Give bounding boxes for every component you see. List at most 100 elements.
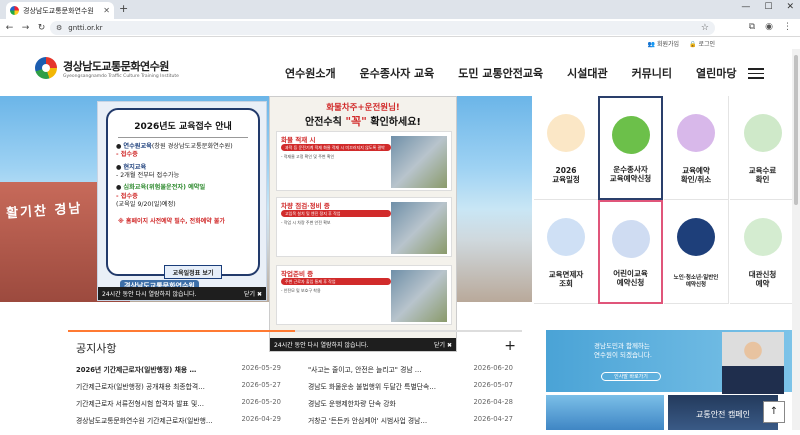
truck-image [391,136,447,188]
quick-label: 노인·청소년·일반인 예약신청 [673,274,719,288]
browser-tab-title: 경상남도교통문화연수원 [23,6,94,15]
site-header: 경상남도교통문화연수원 Gyeongsangnamdo Traffic Cult… [0,49,800,96]
popup-warning: ※ 홈페이지 사전예약 필수, 전화예약 불가 [118,217,225,225]
nav-item-open-forum[interactable]: 열린마당 [696,65,736,81]
logo-title: 경상남도교통문화연수원 [63,59,169,73]
notice-board: 공지사항 + 2026년 기간제근로자(일반행정) 채용 … 2026-05-29… [68,330,522,430]
greeting-button[interactable]: 인사말 바로가기 [601,372,661,381]
quick-label: 대관신청 예약 [748,269,777,289]
forward-icon[interactable]: → [19,23,32,33]
popup-item: ● 현지교육 - 2개월 전부터 접수가능 [116,163,180,180]
nav-item-facility-rental[interactable]: 시설대관 [567,65,607,81]
quick-label: 어린이교육 예약신청 [613,268,648,288]
more-plus-icon[interactable]: + [504,338,516,354]
safety-section: 화물 적재 시 과적 등 운전기계 적재 화물 적재 시 미끄러지지 않도록 결… [276,131,452,191]
pencil-icon [611,220,650,258]
quick-item-rental[interactable]: 대관신청 예약 [730,200,795,304]
list-item[interactable]: 경상남도교통문화연수원 기간제근로자(일반행… 2026-04-29 [76,415,281,425]
greeting-banner[interactable]: 경남도민과 함께하는 연수원이 되겠습니다. 인사말 바로가기 [546,330,792,394]
board-icon [743,218,782,256]
close-window-icon[interactable]: ✕ [786,2,794,12]
list-item[interactable]: 경남도 화물운송 불법행위 두달간 특별단속… 2026-05-07 [308,381,513,391]
new-tab-icon[interactable]: + [119,2,128,15]
popup-footer: 24시간 동안 다시 열람하지 않습니다. 닫기 ✖ [98,287,266,300]
section-bar: 과적 등 운전기계 적재 화물 적재 시 미끄러지지 않도록 결박 [281,144,391,151]
list-item[interactable]: 기간제근로자(일반행정) 공개채용 최종합격… 2026-05-27 [76,381,281,391]
site-logo[interactable]: 경상남도교통문화연수원 Gyeongsangnamdo Traffic Cult… [35,57,179,79]
safety-rules-popup: 화물차주+운전원님! 안전수칙 "꼭" 확인하세요! 화물 적재 시 과적 등 … [269,96,457,352]
section-bar: 주변 근로자 출입 통제 후 작업 [281,278,391,285]
profile-icon[interactable]: ◉ [765,22,773,32]
nav-item-about[interactable]: 연수원소개 [285,65,336,81]
popup-title: 화물차주+운전원님! [326,103,400,113]
quick-label: 교육수료 확인 [748,165,777,185]
scroll-top-button[interactable]: ↑ [763,401,785,423]
quick-item-reservation-check[interactable]: 교육예약 확인/취소 [664,96,729,200]
maximize-icon[interactable]: ☐ [764,2,772,12]
section-bar: 고임목 설치 및 엔진 정지 후 작업 [281,210,391,217]
back-icon[interactable]: ← [3,23,16,33]
section-head: 화물 적재 시 [281,136,316,144]
popup-subtitle: 안전수칙 "꼭" 확인하세요! [305,115,421,128]
browser-tab-strip: 경상남도교통문화연수원 ✕ + — ☐ ✕ [0,0,800,19]
list-item[interactable]: 거창군 '든든카 안심케어' 시범사업 경남… 2026-04-27 [308,415,513,425]
quick-item-driver-reservation[interactable]: 운수종사자 교육예약신청 [598,96,663,200]
utility-bar: 👥 회원가입 🔒 로그인 [0,37,800,49]
extensions-icon[interactable]: ⧉ [749,22,755,32]
reload-icon[interactable]: ↻ [35,23,48,33]
education-notice-popup: 2026년도 교육접수 안내 ● 연수원교육(창원 경상남도교통문화연수원) -… [97,101,267,301]
quick-label: 2026 교육일정 [552,165,580,185]
quick-item-completion[interactable]: 교육수료 확인 [730,96,795,200]
calendar-icon [547,114,585,152]
login-link[interactable]: 🔒 로그인 [689,39,715,48]
hide-24h-checkbox[interactable]: 24시간 동안 다시 열람하지 않습니다. [102,289,196,298]
governor-photo [722,332,784,394]
magnifier-icon [677,114,715,152]
bookmark-star-icon[interactable]: ☆ [701,23,709,33]
pencil-icon [611,116,650,154]
list-item[interactable]: 기간제근로자 서류전형시험 합격자 발표 및… 2026-05-20 [76,398,281,408]
schedule-view-button[interactable]: 교육일정표 보기 [164,265,222,279]
list-item[interactable]: 2026년 기간제근로자(일반행정) 채용 … 2026-05-29 [76,364,281,374]
page-scrollbar[interactable] [792,49,800,430]
quick-label: 교육예약 확인/취소 [680,165,712,185]
popup-title: 2026년도 교육접수 안내 [134,122,232,132]
quick-item-schedule[interactable]: 2026 교육일정 [534,96,599,200]
truck-image [391,202,447,254]
url-text: gntti.or.kr [68,24,103,32]
map-banner[interactable] [546,395,664,430]
url-input[interactable]: ⚙ gntti.or.kr ☆ [50,21,715,35]
quick-item-children-reservation[interactable]: 어린이교육 예약신청 [598,200,663,304]
quick-label: 교육면제자 조회 [548,269,584,289]
safety-section: 차량 점검·정비 중 고임목 설치 및 엔진 정지 후 작업 - 작업 시 차량… [276,197,452,257]
list-item[interactable]: 경남도 운행제한차량 단속 강화 2026-04-28 [308,398,513,408]
menu-dots-icon[interactable]: ⋮ [783,22,792,32]
join-link[interactable]: 👥 회원가입 [648,39,679,48]
popup-item: ● 연수원교육(창원 경상남도교통문화연수원) - 접수중 [116,143,233,159]
quick-menu: 2026 교육일정 운수종사자 교육예약신청 교육예약 확인/취소 교육수료 확… [534,96,800,306]
popup-close-button[interactable]: 닫기 ✖ [244,289,262,298]
section-text: - 작업 시 차량 주변 안전 확보 [281,220,331,225]
quick-item-exemption[interactable]: 교육면제자 조회 [534,200,599,304]
browser-tab[interactable]: 경상남도교통문화연수원 ✕ [6,2,114,19]
section-text: - 적재물 고정 확인 및 주변 확인 [281,154,335,159]
address-bar: ← → ↻ ⚙ gntti.or.kr ☆ ⧉ ◉ ⋮ [0,19,800,37]
minimize-icon[interactable]: — [741,2,750,12]
popup-item: ● 심화교육(위험물운전자) 예약일 - 접수중 (교육일 9/20(일)예정) [116,184,206,209]
logo-mark-icon [35,57,57,79]
nav-item-citizen-education[interactable]: 도민 교통안전교육 [458,65,543,81]
nav-item-driver-education[interactable]: 운수종사자 교육 [360,65,435,81]
list-item[interactable]: "사고는 줄이고, 안전은 늘리고" 경남 … 2026-06-20 [308,364,513,374]
site-info-icon[interactable]: ⚙ [56,24,62,32]
section-head: 차량 점검·정비 중 [281,202,330,210]
nav-item-community[interactable]: 커뮤니티 [632,65,672,81]
quick-label: 운수종사자 교육예약신청 [609,164,652,184]
close-tab-icon[interactable]: ✕ [103,6,110,15]
quick-item-general-reservation[interactable]: 노인·청소년·일반인 예약신청 [664,200,729,304]
menu-hamburger-icon[interactable] [748,68,764,82]
greeting-text: 경남도민과 함께하는 연수원이 되겠습니다. [594,342,652,360]
notice-title: 공지사항 [76,342,117,355]
favicon-icon [10,6,19,15]
campaign-banner[interactable]: 교통안전 캠페인 [668,395,778,430]
monitor-icon [547,218,585,256]
